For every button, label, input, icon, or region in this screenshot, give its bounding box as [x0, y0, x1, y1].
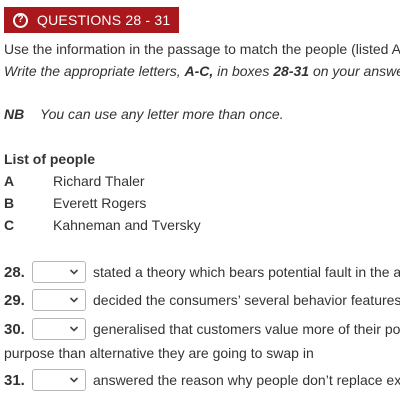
people-list-item: B Everett Rogers [4, 194, 146, 212]
people-name: Kahneman and Tversky [53, 217, 201, 233]
question-text: answered the reason why people don’t rep… [93, 372, 400, 388]
question-row-30: 30. generalised that customers value mor… [4, 318, 400, 340]
note-label: NB [4, 106, 25, 122]
question-number: 30. [4, 320, 25, 338]
question-row-29: 29. decided the consumers’ several behav… [4, 289, 400, 311]
people-list-item: C Kahneman and Tversky [4, 216, 201, 234]
question-number: 28. [4, 263, 25, 281]
questions-header-title: QUESTIONS 28 - 31 [37, 12, 171, 28]
chevron-down-icon [69, 326, 79, 332]
note-line: NB You can use any letter more than once. [4, 105, 284, 123]
people-list-item: A Richard Thaler [4, 172, 145, 190]
answer-select-30[interactable] [32, 318, 86, 340]
question-text-continuation: purpose than alternative they are going … [4, 345, 314, 361]
instructions-text-1: Use the information in the passage to ma… [4, 41, 400, 57]
people-letter: A [4, 173, 15, 189]
instructions-text-2c: on your answe [309, 63, 400, 79]
question-circle-icon: ? [13, 12, 28, 28]
people-name: Richard Thaler [53, 173, 145, 189]
question-text: decided the consumers’ several behavior … [93, 292, 400, 308]
question-number: 29. [4, 291, 25, 309]
instructions-line-1: Use the information in the passage to ma… [4, 40, 400, 58]
question-text: generalised that customers value more of… [93, 321, 400, 337]
people-list-heading: List of people [4, 151, 95, 167]
instructions-letter-range: A-C, [184, 63, 214, 79]
instructions-text-2a: Write the appropriate letters, [4, 63, 185, 79]
instructions-line-2: Write the appropriate letters, A-C, in b… [4, 62, 400, 80]
answer-select-29[interactable] [32, 289, 86, 311]
people-name: Everett Rogers [53, 195, 147, 211]
chevron-down-icon [69, 377, 79, 383]
people-letter: C [4, 217, 15, 233]
questions-header: ? QUESTIONS 28 - 31 [4, 7, 179, 33]
instructions-box-range: 28-31 [273, 63, 310, 79]
answer-select-28[interactable] [32, 261, 86, 283]
chevron-down-icon [69, 269, 79, 275]
instructions-text-2b: in boxes [213, 63, 274, 79]
question-number: 31. [4, 371, 25, 389]
question-row-28: 28. stated a theory which bears potentia… [4, 261, 400, 283]
question-row-31: 31. answered the reason why people don’t… [4, 369, 400, 391]
chevron-down-icon [69, 297, 79, 303]
answer-select-31[interactable] [32, 369, 86, 391]
people-letter: B [4, 195, 15, 211]
question-text: stated a theory which bears potential fa… [93, 264, 400, 280]
note-text: You can use any letter more than once. [40, 106, 284, 122]
question-page: ? QUESTIONS 28 - 31 Use the information … [0, 0, 400, 400]
